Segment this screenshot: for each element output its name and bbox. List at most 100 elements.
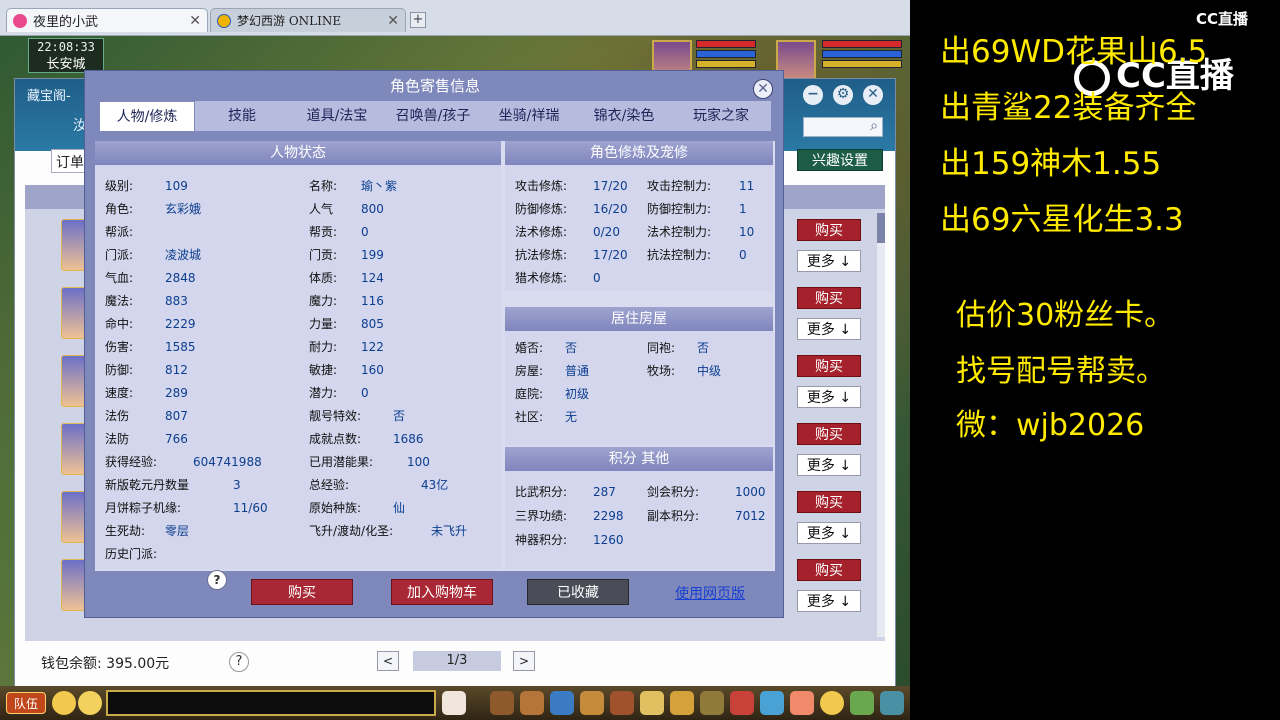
browser-tab-game[interactable]: 梦幻西游 ONLINE ✕ [210, 8, 406, 32]
browser-tab-active[interactable]: 夜里的小武 ✕ [6, 8, 208, 32]
stat-value: 初级 [565, 387, 590, 401]
trade-icon[interactable] [580, 691, 604, 715]
listing-buy-button[interactable]: 购买 [797, 559, 861, 581]
pet-icon[interactable] [442, 691, 466, 715]
favorited-button[interactable]: 已收藏 [527, 579, 629, 605]
system-icon[interactable] [850, 691, 874, 715]
stat-row: 攻击修炼: 17/20 [515, 175, 645, 197]
emoji-icon[interactable] [78, 691, 102, 715]
stat-label: 耐力: [309, 340, 338, 354]
pet-menu-icon[interactable] [640, 691, 664, 715]
stat-label: 同袍: [647, 341, 676, 355]
listing-more-button[interactable]: 更多 ↓ [797, 386, 861, 408]
listing-more-button[interactable]: 更多 ↓ [797, 590, 861, 612]
stat-row: 门派: 凌波城 [105, 244, 305, 266]
tab-close-icon[interactable]: ✕ [189, 13, 201, 29]
attack-icon[interactable] [490, 691, 514, 715]
search-icon[interactable]: ⌕ [870, 118, 878, 134]
stat-row: 抗法修炼: 17/20 [515, 244, 645, 266]
stat-label: 原始种族: [309, 501, 362, 515]
stat-row: 社区: 无 [515, 406, 645, 428]
next-page-button[interactable]: > [513, 651, 535, 671]
stat-value: 否 [393, 409, 406, 423]
tab-character[interactable]: 人物/修炼 [99, 101, 195, 131]
listing-buy-button[interactable]: 购买 [797, 423, 861, 445]
stat-label: 法术修炼: [515, 225, 568, 239]
stat-label: 攻击控制力: [647, 179, 712, 193]
stat-value: 11 [739, 179, 755, 193]
stat-row: 人气 800 [309, 198, 499, 220]
stat-label: 法术控制力: [647, 225, 712, 239]
scrollbar-thumb[interactable] [877, 213, 885, 243]
tab-mounts[interactable]: 坐骑/祥瑞 [481, 101, 577, 131]
stat-label: 法防 [105, 432, 130, 446]
guild-icon[interactable] [700, 691, 724, 715]
pink-app-icon [13, 13, 27, 28]
buy-button[interactable]: 购买 [251, 579, 353, 605]
tab-outfits[interactable]: 锦衣/染色 [577, 101, 671, 131]
listing-buy-button[interactable]: 购买 [797, 219, 861, 241]
new-tab-button[interactable]: + [410, 12, 426, 28]
stat-row: 命中: 2229 [105, 313, 305, 335]
listing-more-button[interactable]: 更多 ↓ [797, 318, 861, 340]
stat-row: 速度: 289 [105, 382, 305, 404]
stat-value: 凌波城 [165, 248, 202, 262]
tab-close-icon[interactable]: ✕ [387, 13, 399, 29]
chat-input[interactable] [106, 690, 436, 716]
team-button[interactable]: 队伍 [6, 692, 46, 714]
tab-home[interactable]: 玩家之家 [671, 101, 771, 131]
stat-value: 3 [233, 478, 241, 492]
item-icon[interactable] [520, 691, 544, 715]
listing-buy-button[interactable]: 购买 [797, 491, 861, 513]
stat-label: 比武积分: [515, 485, 568, 499]
ad-line: 出69六星化生3.3 [940, 202, 1184, 238]
help-icon[interactable]: ? [229, 652, 249, 672]
listing-buy-button[interactable]: 购买 [797, 287, 861, 309]
stat-value: 812 [165, 363, 188, 377]
stat-row: 潜力: 0 [309, 382, 499, 404]
cbg-search-input[interactable]: ⌕ [803, 117, 883, 137]
help-icon[interactable]: ? [207, 570, 227, 590]
minimize-icon[interactable]: − [803, 85, 823, 105]
team-icon[interactable] [610, 691, 634, 715]
close-icon[interactable]: ✕ [753, 79, 773, 99]
add-to-cart-button[interactable]: 加入购物车 [391, 579, 493, 605]
stat-label: 牧场: [647, 364, 676, 378]
listing-more-button[interactable]: 更多 ↓ [797, 250, 861, 272]
stat-value: 16/20 [593, 202, 628, 216]
web-version-link[interactable]: 使用网页版 [675, 583, 745, 603]
stat-label: 抗法控制力: [647, 248, 712, 262]
give-icon[interactable] [550, 691, 574, 715]
sp-bar [822, 60, 902, 68]
tab-items[interactable]: 道具/法宝 [289, 101, 385, 131]
settings-icon[interactable] [880, 691, 904, 715]
stat-value: 2848 [165, 271, 196, 285]
quest-icon[interactable] [670, 691, 694, 715]
voice-icon[interactable] [52, 691, 76, 715]
stat-row: 历史门派: [105, 543, 305, 565]
peach-icon[interactable] [790, 691, 814, 715]
gear-icon[interactable]: ⚙ [833, 85, 853, 105]
friends-icon[interactable] [760, 691, 784, 715]
stat-value: 116 [361, 294, 384, 308]
bell-icon[interactable] [730, 691, 754, 715]
stat-row: 名称: 瑜丶紫 [309, 175, 499, 197]
hp-bar [822, 40, 902, 48]
listing-scrollbar[interactable] [877, 213, 885, 637]
listing-buy-button[interactable]: 购买 [797, 355, 861, 377]
stat-value: 124 [361, 271, 384, 285]
dialog-title: 角色寄售信息 [389, 77, 480, 95]
smile-icon[interactable] [820, 691, 844, 715]
listing-more-button[interactable]: 更多 ↓ [797, 454, 861, 476]
stat-label: 新版乾元丹数量 [105, 478, 190, 492]
close-icon[interactable]: ✕ [863, 85, 883, 105]
tab-skills[interactable]: 技能 [195, 101, 289, 131]
listing-more-button[interactable]: 更多 ↓ [797, 522, 861, 544]
cbg-title: 藏宝阁- [27, 89, 71, 104]
interest-settings-button[interactable]: 兴趣设置 [797, 149, 883, 171]
prev-page-button[interactable]: < [377, 651, 399, 671]
stat-value: 1 [739, 202, 747, 216]
stat-row: 剑会积分: 1000 [647, 481, 771, 503]
stat-label: 命中: [105, 317, 134, 331]
tab-pets[interactable]: 召唤兽/孩子 [385, 101, 481, 131]
